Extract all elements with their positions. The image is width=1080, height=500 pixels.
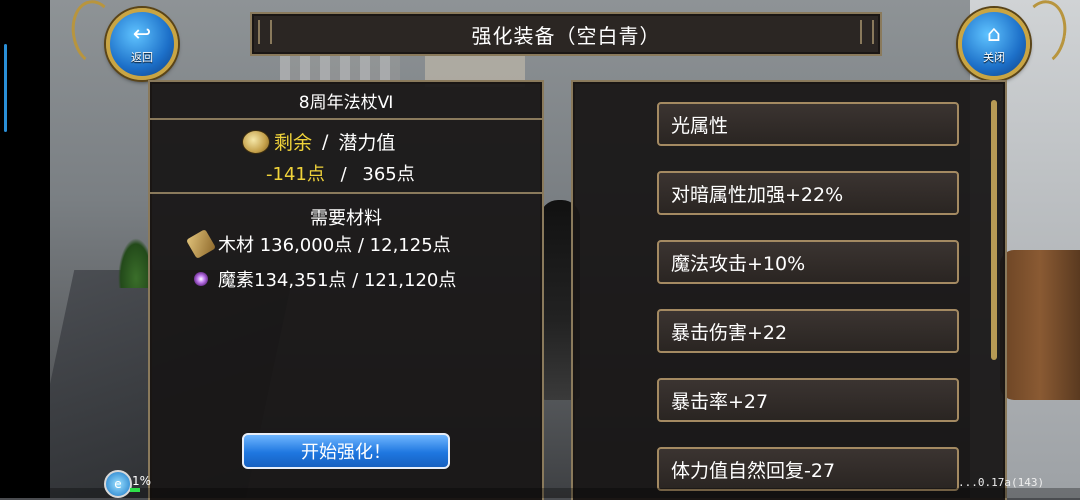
- stats-panel: 光属性 对暗属性加强+22% 魔法攻击+10% 暴击伤害+22 暴击率+27 体…: [571, 80, 1007, 500]
- title-ornament-left: [258, 20, 272, 44]
- hud-percent: 1%: [132, 474, 152, 488]
- back-button-label: 返回: [131, 50, 153, 64]
- materials-section: 需要材料 木材 136,000点 / 12,125点 魔素134,351点 / …: [150, 194, 542, 291]
- stat-item[interactable]: 体力值自然回复-27: [657, 447, 959, 491]
- potential-label: 潜力值: [338, 132, 396, 154]
- stat-item[interactable]: 暴击伤害+22: [657, 309, 959, 353]
- item-name: 8周年法杖Ⅵ: [150, 82, 542, 120]
- stat-item[interactable]: 魔法攻击+10%: [657, 240, 959, 284]
- potential-value: 365点: [362, 164, 415, 185]
- title-bar: 强化装备（空白青）: [250, 12, 882, 56]
- magic-essence-icon: [194, 272, 208, 286]
- stat-item[interactable]: 暴击率+27: [657, 378, 959, 422]
- material-text: 魔素134,351点 / 121,120点: [218, 270, 457, 291]
- material-text: 木材 136,000点 / 12,125点: [218, 235, 451, 256]
- close-button-label: 关闭: [983, 50, 1005, 64]
- potential-header: 剩余 / 潜力值: [242, 128, 395, 155]
- title-ornament-right: [860, 20, 874, 44]
- stats-scrollbar[interactable]: [991, 100, 997, 360]
- remain-label: 剩余: [274, 132, 313, 154]
- potential-coin-icon: [242, 129, 270, 154]
- start-enhance-button[interactable]: 开始强化！: [242, 433, 450, 469]
- potential-section: 剩余 / 潜力值 -141点 / 365点: [150, 120, 542, 194]
- item-info-panel: 8周年法杖Ⅵ 剩余 / 潜力值 -141点 / 365点 需要材料 木材 136…: [148, 80, 544, 500]
- separator: /: [340, 164, 347, 185]
- materials-title: 需要材料: [310, 208, 382, 229]
- back-button[interactable]: ↩ 返回: [106, 8, 178, 80]
- remain-value: -141点: [266, 164, 325, 185]
- edge-indicator: [4, 44, 7, 132]
- bottom-hud-strip: [50, 488, 1080, 498]
- separator: /: [322, 130, 329, 153]
- background-barrel: [1000, 250, 1080, 400]
- material-row-magic: 魔素134,351点 / 121,120点: [190, 266, 456, 292]
- stat-item[interactable]: 光属性: [657, 102, 959, 146]
- home-icon: ⌂: [987, 21, 1001, 47]
- wood-icon: [185, 228, 217, 260]
- back-arrow-icon: ↩: [132, 21, 152, 47]
- page-title: 强化装备（空白青）: [471, 23, 661, 48]
- network-icon[interactable]: e: [104, 470, 132, 498]
- stat-item[interactable]: 对暗属性加强+22%: [657, 171, 959, 215]
- screen-edge: [0, 0, 50, 498]
- version-text: ...0.17a(143): [958, 476, 1045, 489]
- close-button[interactable]: ⌂ 关闭: [958, 8, 1030, 80]
- potential-values: -141点 / 365点: [266, 160, 415, 186]
- hud-progress-bar: [130, 488, 140, 492]
- material-row-wood: 木材 136,000点 / 12,125点: [185, 228, 451, 260]
